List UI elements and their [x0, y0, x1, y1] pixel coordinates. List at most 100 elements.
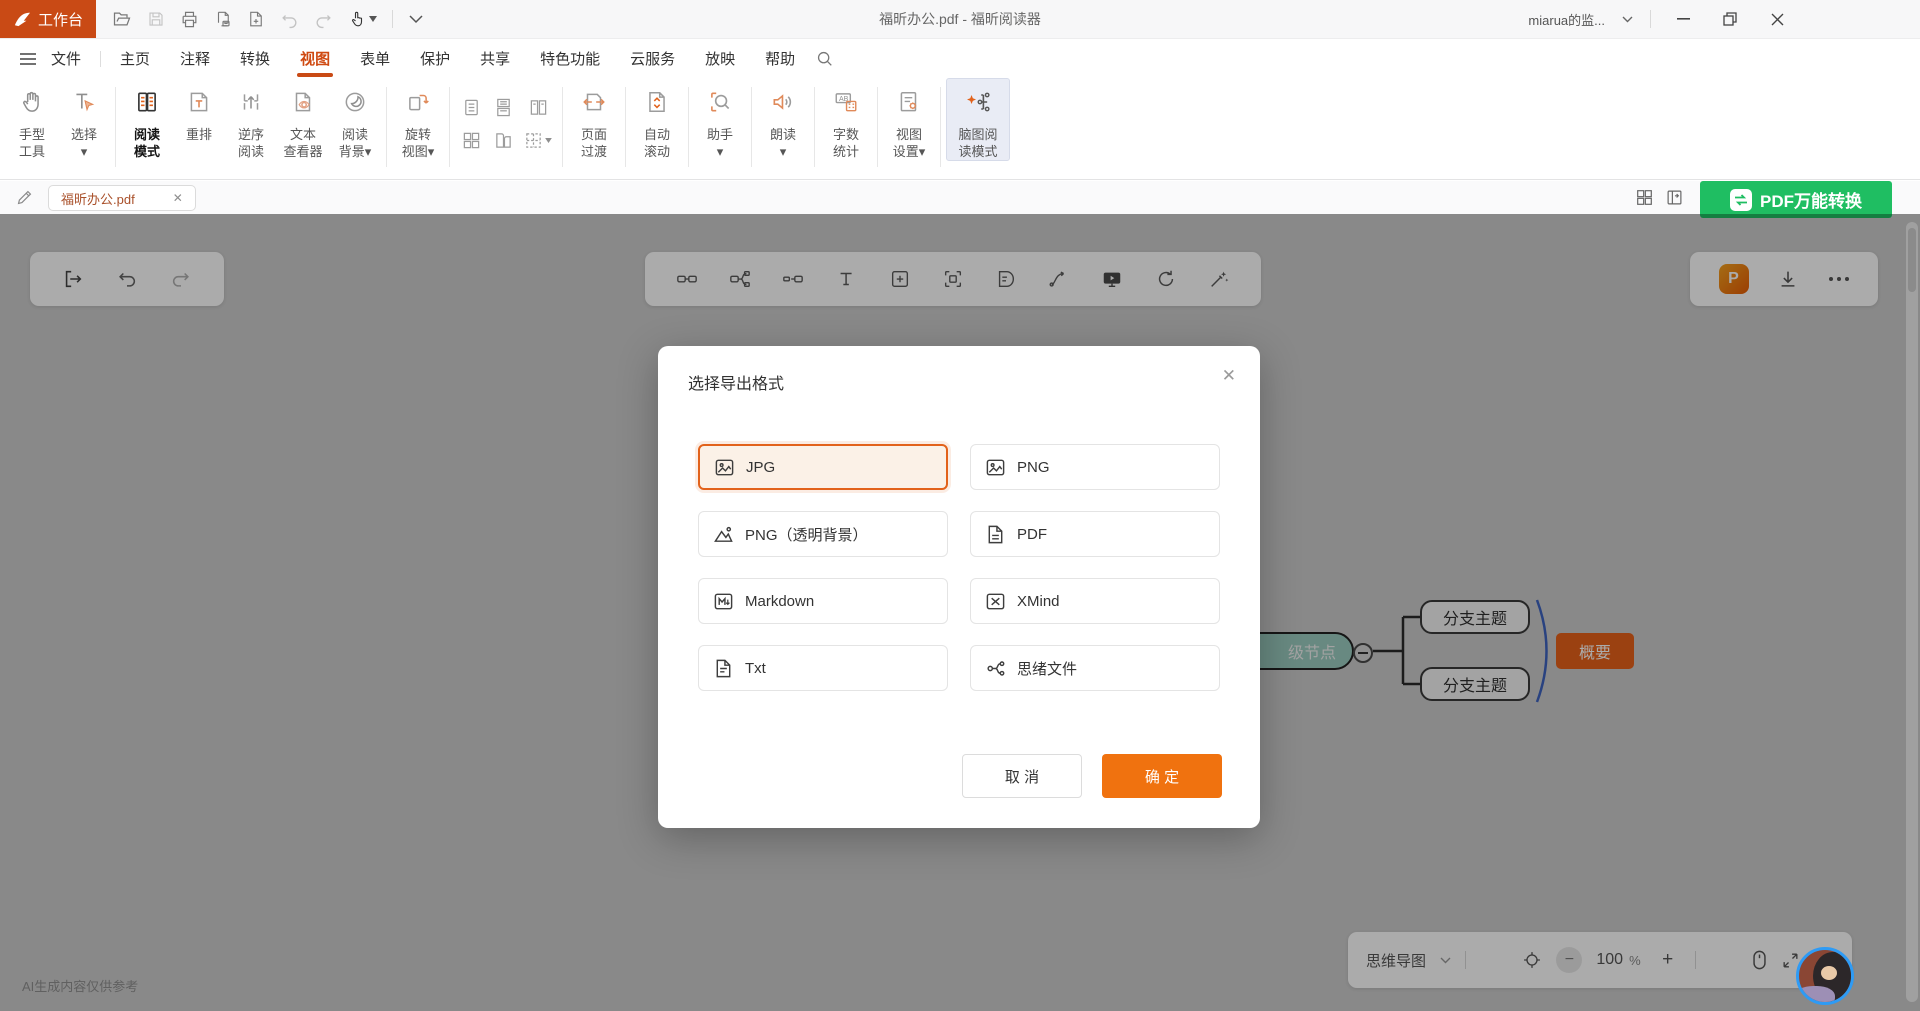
split-page-icon[interactable]: [519, 124, 557, 157]
export-format-dialog: 选择导出格式 ✕ JPG PNG PNG（透明背景） PDF Markdown: [658, 346, 1260, 828]
xmind-icon: [985, 591, 1006, 612]
convert-icon: [1730, 189, 1752, 211]
facing-page-icon[interactable]: [519, 91, 557, 124]
new-tab-icon[interactable]: [247, 10, 265, 28]
ribbon-separator: [688, 87, 689, 167]
ribbon-read-aloud[interactable]: 朗读 ▾: [757, 78, 809, 160]
tab-bar: 福昕办公.pdf ✕: [0, 181, 1920, 215]
ribbon-separator: [449, 87, 450, 167]
search-icon[interactable]: [816, 50, 833, 67]
transparent-image-icon: [713, 524, 734, 545]
booklet-icon[interactable]: [487, 124, 519, 157]
menu-item-share[interactable]: 共享: [465, 39, 525, 78]
option-label: PNG: [1017, 459, 1050, 476]
option-jpg[interactable]: JPG: [698, 444, 948, 490]
quad-page-icon[interactable]: [455, 124, 487, 157]
menu-item-home[interactable]: 主页: [105, 39, 165, 78]
print-icon[interactable]: [180, 10, 199, 29]
redo-icon[interactable]: [314, 10, 333, 29]
ribbon-mindmap-read-mode[interactable]: 脑图阅 读模式: [946, 78, 1010, 161]
undo-icon[interactable]: [280, 10, 299, 29]
ribbon-page-transition[interactable]: 页面 过渡: [568, 78, 620, 160]
open-file-icon[interactable]: [112, 9, 132, 29]
toolbar-separator: [392, 10, 393, 28]
hamburger-icon[interactable]: [20, 53, 36, 65]
ribbon-read-mode[interactable]: 阅读 模式: [121, 78, 173, 160]
avatar[interactable]: [1796, 947, 1854, 1005]
cancel-button[interactable]: 取 消: [962, 754, 1082, 798]
read-background-icon: [329, 89, 381, 126]
avatar-face: [1821, 966, 1837, 980]
ribbon-reverse-read[interactable]: 逆序 阅读: [225, 78, 277, 160]
menu-separator: [100, 51, 101, 67]
tab-close-icon[interactable]: ✕: [173, 191, 183, 205]
title-bar: 工作台 福昕办公.pdf - 福昕阅读器 miarua的监...: [0, 0, 1920, 39]
grid-view-icon[interactable]: [1636, 189, 1653, 206]
restore-button[interactable]: [1715, 0, 1745, 38]
ribbon-assistant[interactable]: 助手 ▾: [694, 78, 746, 160]
ribbon-reflow[interactable]: 重排: [173, 78, 225, 160]
save-icon[interactable]: [147, 10, 165, 28]
ribbon-rotate-view[interactable]: 旋转 视图▾: [392, 78, 444, 160]
page-transition-icon: [568, 89, 620, 126]
option-png-transparent[interactable]: PNG（透明背景）: [698, 511, 948, 557]
option-png[interactable]: PNG: [970, 444, 1220, 490]
collapse-toolbar-icon[interactable]: [408, 13, 424, 25]
account-chevron-icon[interactable]: [1622, 16, 1633, 23]
ribbon-view-settings[interactable]: 视图 设置▾: [883, 78, 935, 160]
option-label: PNG（透明背景）: [745, 524, 868, 545]
ribbon-read-background[interactable]: 阅读 背景▾: [329, 78, 381, 160]
option-xmind[interactable]: XMind: [970, 578, 1220, 624]
export-options: JPG PNG PNG（透明背景） PDF Markdown XMind: [698, 444, 1220, 691]
menu-item-present[interactable]: 放映: [690, 39, 750, 78]
ribbon-separator: [386, 87, 387, 167]
menu-item-file[interactable]: 文件: [36, 39, 96, 78]
edit-pencil-icon[interactable]: [16, 189, 33, 206]
account-name[interactable]: miarua的监...: [1528, 10, 1605, 29]
minimize-button[interactable]: [1668, 0, 1698, 38]
assistant-icon: [694, 89, 746, 126]
pdf-convert-button[interactable]: PDF万能转换: [1700, 181, 1892, 218]
hand-tool-icon: [6, 89, 58, 126]
option-label: PDF: [1017, 526, 1047, 543]
option-label: Markdown: [745, 593, 814, 610]
touch-pointer-icon[interactable]: [348, 10, 377, 28]
workspace-button[interactable]: 工作台: [0, 0, 96, 38]
single-page-icon[interactable]: [455, 91, 487, 124]
menu-item-protect[interactable]: 保护: [405, 39, 465, 78]
foxit-logo-icon: [13, 11, 31, 27]
continuous-page-icon[interactable]: [487, 91, 519, 124]
ribbon-hand-tool[interactable]: 手型 工具: [6, 78, 58, 160]
option-markdown[interactable]: Markdown: [698, 578, 948, 624]
menu-item-cloud[interactable]: 云服务: [615, 39, 690, 78]
pdf-file-icon: [985, 524, 1006, 545]
mindmap-read-icon: [947, 89, 1009, 126]
close-icon[interactable]: ✕: [1222, 366, 1236, 386]
menu-item-convert[interactable]: 转换: [225, 39, 285, 78]
ribbon-text-viewer[interactable]: 文本 查看器: [277, 78, 329, 160]
option-pdf[interactable]: PDF: [970, 511, 1220, 557]
menu-item-view[interactable]: 视图: [285, 39, 345, 78]
view-settings-icon: [883, 89, 935, 126]
menu-item-features[interactable]: 特色功能: [525, 39, 615, 78]
menu-item-help[interactable]: 帮助: [750, 39, 810, 78]
auto-scroll-icon: [631, 89, 683, 126]
option-mind-file[interactable]: 思绪文件: [970, 645, 1220, 691]
option-txt[interactable]: Txt: [698, 645, 948, 691]
menu-item-comment[interactable]: 注释: [165, 39, 225, 78]
close-button[interactable]: [1762, 0, 1792, 38]
ribbon-separator: [751, 87, 752, 167]
ribbon-word-count[interactable]: AB 字数 统计: [820, 78, 872, 160]
txt-file-icon: [713, 658, 734, 679]
page-panel-icon[interactable]: [1666, 189, 1683, 206]
menu-item-form[interactable]: 表单: [345, 39, 405, 78]
convert-label: PDF万能转换: [1760, 187, 1862, 212]
ribbon-auto-scroll[interactable]: 自动 滚动: [631, 78, 683, 160]
ribbon-separator: [115, 87, 116, 167]
document-tab[interactable]: 福昕办公.pdf ✕: [48, 185, 196, 211]
ribbon-select-text[interactable]: 选择 ▾: [58, 78, 110, 160]
duplicate-page-icon[interactable]: [214, 10, 232, 28]
option-label: Txt: [745, 660, 766, 677]
ribbon-separator: [877, 87, 878, 167]
confirm-button[interactable]: 确 定: [1102, 754, 1222, 798]
